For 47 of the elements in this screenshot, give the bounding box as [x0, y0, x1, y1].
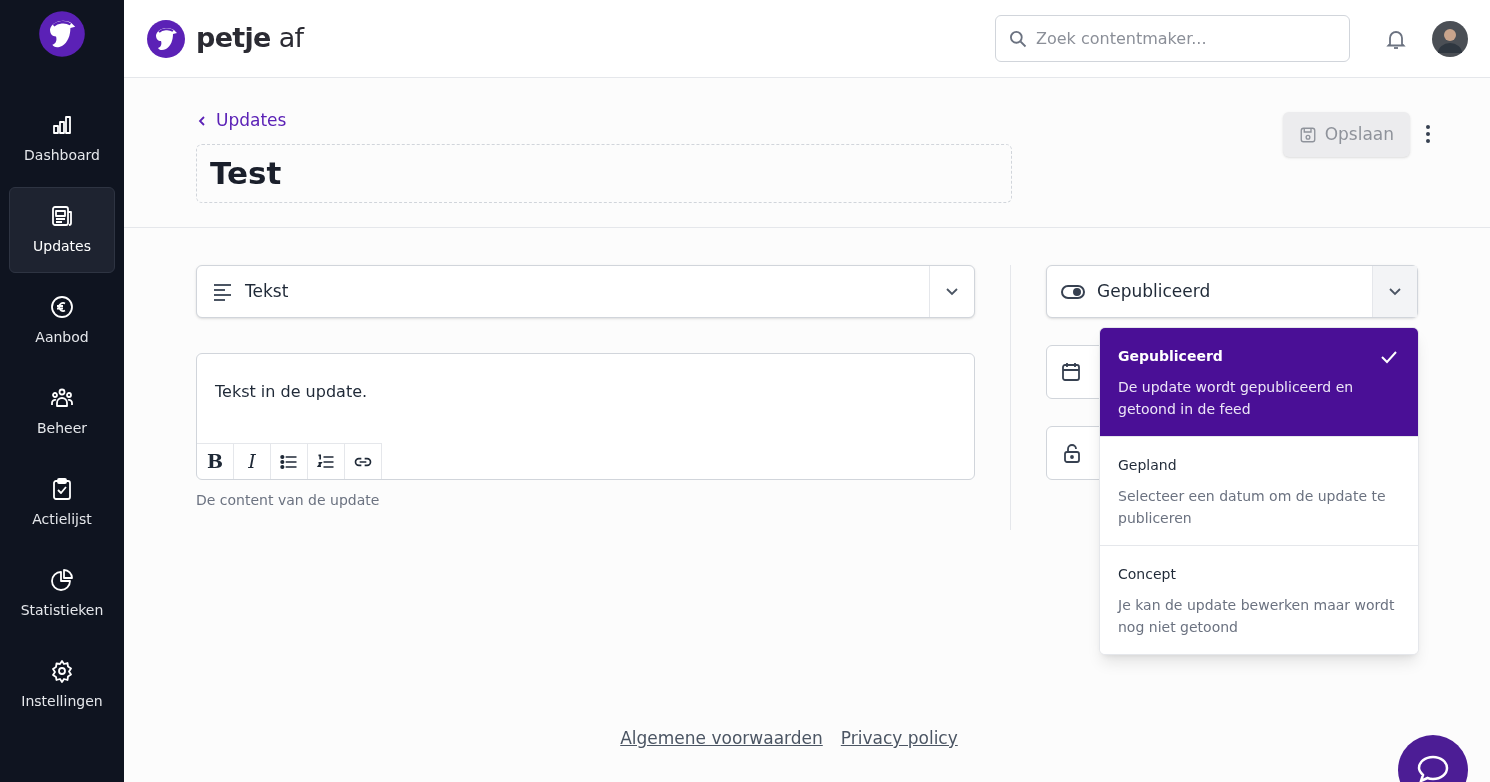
sidebar-item[interactable]: Actielijst: [9, 460, 115, 546]
type-select[interactable]: Tekst: [196, 265, 975, 318]
clipboard-icon: [50, 476, 74, 501]
chevron-down-icon: [1388, 286, 1402, 297]
logo[interactable]: [146, 18, 186, 59]
footer-link[interactable]: Privacy policy: [840, 726, 958, 782]
link-button[interactable]: [345, 443, 382, 479]
help-text: De content van de update: [196, 491, 381, 510]
numbered-list-button[interactable]: [308, 443, 345, 479]
euro-icon: [50, 294, 74, 319]
sidebar-item[interactable]: Dashboard: [9, 96, 115, 182]
newspaper-icon: [50, 203, 74, 228]
save-icon: [1298, 125, 1317, 144]
search-icon: [1008, 28, 1028, 49]
chevron-left-icon: [196, 114, 208, 127]
brand-name: petje: [196, 22, 271, 54]
more-icon[interactable]: [1424, 124, 1432, 144]
bullet-list-button[interactable]: [271, 443, 308, 479]
sidebar-item[interactable]: Aanbod: [9, 278, 115, 364]
toggle-icon: [1061, 283, 1085, 300]
brand-suffix: af: [278, 22, 304, 54]
bold-button[interactable]: B: [197, 443, 234, 479]
back-link[interactable]: Updates: [196, 108, 1283, 134]
logo[interactable]: [38, 10, 86, 58]
sidebar-item[interactable]: Beheer: [9, 369, 115, 455]
align-left-icon: [213, 282, 233, 301]
content-editor[interactable]: Tekst in de update. B I: [196, 353, 975, 480]
status-option[interactable]: Gepubliceerd De update wordt gepubliceerd en getoond in de feed: [1100, 328, 1418, 436]
avatar[interactable]: [1432, 20, 1468, 57]
calendar-icon: [1061, 362, 1081, 382]
chevron-down-icon: [945, 286, 959, 297]
italic-button[interactable]: I: [234, 443, 271, 479]
search-field[interactable]: Zoek contentmaker...: [995, 15, 1350, 62]
check-icon: [1380, 350, 1398, 364]
chat-icon: [1416, 753, 1450, 782]
status-select[interactable]: Gepubliceerd: [1046, 265, 1418, 318]
lock-icon: [1063, 443, 1081, 463]
title-field[interactable]: Test: [196, 143, 1012, 203]
settings-icon: [50, 658, 74, 683]
sidebar-item[interactable]: Statistieken: [9, 551, 115, 637]
status-option[interactable]: Concept Je kan de update bewerken maar wordt nog niet getoond: [1100, 545, 1418, 654]
pie-chart-icon: [50, 567, 74, 592]
search-input[interactable]: Zoek contentmaker...: [1036, 26, 1337, 51]
status-option[interactable]: Gepland Selecteer een datum om de update te publiceren: [1100, 436, 1418, 545]
sidebar-item[interactable]: Instellingen: [9, 642, 115, 728]
footer-link[interactable]: Algemene voorwaarden: [620, 726, 823, 782]
sidebar-item[interactable]: Updates: [9, 187, 115, 273]
